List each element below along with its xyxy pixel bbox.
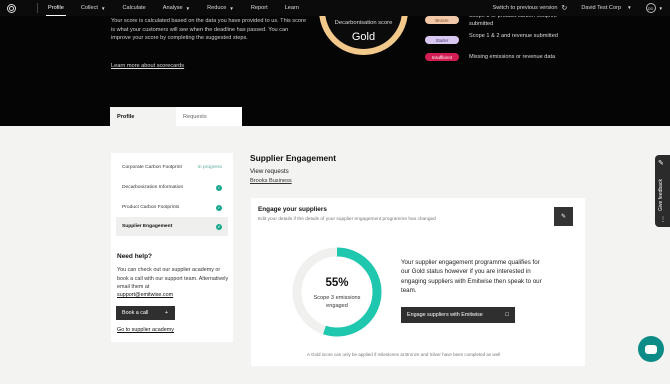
legend-bronze: Bronze Scope 3 or product carbon footpri… xyxy=(425,16,579,28)
nav-reduce[interactable]: Reduce ▼ xyxy=(207,0,234,16)
legend-text: Scope 1 & 2 and revenue submitted xyxy=(469,33,558,39)
sidebar-item-label: Product Carbon Footprints xyxy=(122,205,180,210)
chat-bubble-icon xyxy=(645,344,657,354)
more-icon: ⋮ xyxy=(660,217,666,223)
edit-button[interactable]: ✎ xyxy=(554,207,573,226)
feedback-tab[interactable]: ✎ Give feedback ⋮ xyxy=(655,155,670,227)
legend-insufficient: Insufficient Missing emissions or revenu… xyxy=(425,53,579,61)
engage-button-label: Engage suppliers with Emitwise xyxy=(407,312,483,318)
page-title: Supplier Engagement xyxy=(250,153,337,163)
nav-analyse[interactable]: Analyse ▼ xyxy=(163,0,190,16)
support-email-link[interactable]: support@emitwise.com xyxy=(117,292,173,298)
chevron-down-icon: ▼ xyxy=(100,5,106,11)
logo-icon[interactable] xyxy=(7,3,16,13)
check-icon: ✓ xyxy=(216,223,222,230)
org-selector[interactable]: David Test Corp ▼ xyxy=(581,5,631,11)
nav-divider xyxy=(37,3,38,13)
learn-more-link[interactable]: Learn more about scorecards xyxy=(111,63,184,69)
nav-analyse-label: Analyse xyxy=(162,5,183,11)
legend-text: Scope 3 or product carbon footprint subm… xyxy=(469,16,557,27)
card-title: Engage your suppliers xyxy=(258,206,327,213)
score-description: Your score is calculated based on the da… xyxy=(111,18,306,42)
chevron-down-icon[interactable]: ▼ xyxy=(659,6,663,11)
pencil-icon: ✎ xyxy=(658,160,664,167)
chevron-down-icon: ▼ xyxy=(229,5,234,11)
bronze-pill: Bronze xyxy=(425,16,459,24)
help-text: You can check out our supplier academy o… xyxy=(117,267,229,291)
chevron-down-icon: ▼ xyxy=(185,5,191,11)
refresh-icon[interactable]: ↻ xyxy=(561,4,567,12)
nav-right: Switch to previous version ↻ David Test … xyxy=(493,0,663,16)
engage-card: Engage your suppliers Edit your details … xyxy=(251,198,585,366)
switch-version-link[interactable]: Switch to previous version xyxy=(493,5,558,11)
tab-profile[interactable]: Profile xyxy=(110,107,176,126)
nav-menu: Profile Collect ▼ Calculate Analyse ▼ Redu… xyxy=(46,0,316,16)
sidebar-item-product-footprints[interactable]: Product Carbon Footprints ✓ xyxy=(116,198,228,217)
check-icon: ✓ xyxy=(216,184,222,191)
card-description: Your supplier engagement programme quali… xyxy=(401,259,542,294)
avatar[interactable]: DD xyxy=(645,3,656,13)
page-tabs: Profile Requests xyxy=(110,107,242,126)
chat-launcher-button[interactable] xyxy=(638,336,664,362)
nav-learn[interactable]: Learn xyxy=(285,0,299,16)
nav-report[interactable]: Report xyxy=(251,0,268,16)
sidebar-item-supplier-engagement[interactable]: Supplier Engagement ✓ xyxy=(116,217,228,236)
book-call-button[interactable]: Book a call + xyxy=(116,306,175,320)
starter-pill: Starter xyxy=(425,36,459,44)
gold-footnote: A Gold score can only be applied if mile… xyxy=(307,352,501,357)
legend-text: Missing emissions or revenue data xyxy=(469,54,556,60)
engagement-donut xyxy=(292,247,382,337)
top-nav: Profile Collect ▼ Calculate Analyse ▼ Redu… xyxy=(0,0,670,16)
academy-link[interactable]: Go to supplier academy xyxy=(117,327,174,333)
chevron-down-icon: ▼ xyxy=(627,5,632,10)
chat-icon: □ xyxy=(505,312,509,318)
check-icon: ✓ xyxy=(216,204,222,211)
sidebar-item-corporate-footprint[interactable]: Corporate Carbon Footprint In progress xyxy=(116,158,228,177)
sidebar-card: Corporate Carbon Footprint In progress D… xyxy=(111,153,233,342)
engaged-label: Scope 3 emissions engaged xyxy=(313,295,361,309)
sidebar-item-label: Supplier Engagement xyxy=(122,224,173,229)
score-value: Gold xyxy=(351,31,376,43)
engage-suppliers-button[interactable]: Engage suppliers with Emitwise □ xyxy=(401,307,515,323)
engaged-percent: 55% xyxy=(325,277,349,289)
status-badge: In progress xyxy=(197,165,222,170)
nav-profile[interactable]: Profile xyxy=(46,0,66,16)
request-link[interactable]: Brooks Business xyxy=(250,178,292,184)
sidebar-item-label: Corporate Carbon Footprint xyxy=(122,165,182,170)
scorecard-hero: Your score is calculated based on the da… xyxy=(0,16,670,126)
feedback-label: Give feedback xyxy=(658,179,664,211)
sidebar-item-label: Decarbonization Information xyxy=(122,185,184,190)
legend-starter: Starter Scope 1 & 2 and revenue submitte… xyxy=(425,33,579,44)
plus-icon: + xyxy=(164,310,168,316)
insufficient-pill: Insufficient xyxy=(425,53,459,61)
tab-requests[interactable]: Requests xyxy=(176,107,242,126)
view-requests-heading: View requests xyxy=(250,168,289,175)
book-call-label: Book a call xyxy=(122,310,149,316)
card-subtitle: Edit your details if the details of your… xyxy=(258,217,436,222)
nav-reduce-label: Reduce xyxy=(207,5,227,11)
nav-collect[interactable]: Collect ▼ xyxy=(81,0,106,16)
nav-collect-label: Collect xyxy=(80,5,98,11)
sidebar-item-decarbonization[interactable]: Decarbonization Information ✓ xyxy=(116,178,228,197)
pencil-icon: ✎ xyxy=(560,214,567,220)
help-title: Need help? xyxy=(117,253,153,260)
score-label: Decarbonisation score xyxy=(334,20,393,26)
org-name: David Test Corp xyxy=(581,5,622,11)
nav-calculate[interactable]: Calculate xyxy=(122,0,145,16)
